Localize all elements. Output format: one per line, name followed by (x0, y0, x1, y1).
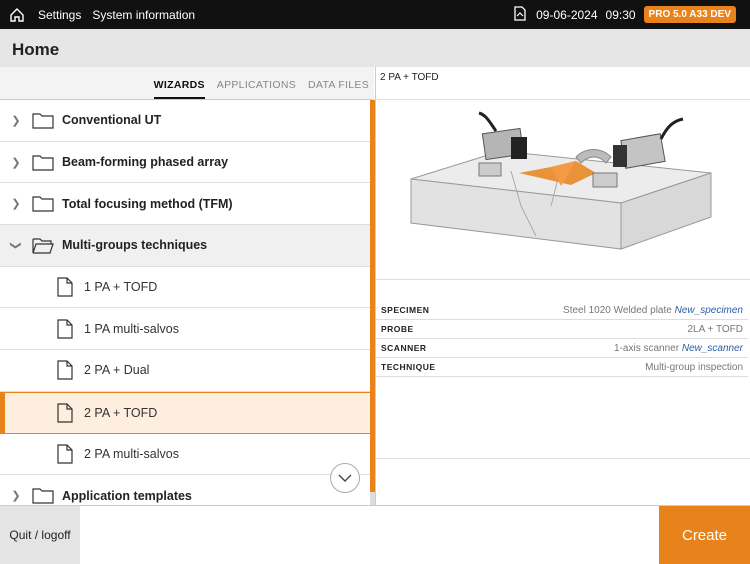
tab-data-files[interactable]: DATA FILES (308, 79, 369, 99)
version-badge: PRO 5.0 A33 DEV (643, 6, 736, 23)
system-information-menu[interactable]: System information (92, 8, 195, 22)
folder-icon (32, 488, 54, 504)
list-item-selected[interactable]: 2 PA + TOFD (0, 391, 370, 434)
file-icon[interactable] (513, 5, 527, 24)
date: 09-06-2024 (536, 7, 598, 22)
list-item[interactable]: 1 PA + TOFD (0, 266, 370, 309)
chevron-right-icon: ❯ (11, 114, 21, 127)
folder-icon (32, 154, 54, 171)
document-icon (57, 277, 73, 297)
time: 09:30 (605, 7, 636, 22)
folder-open-icon (32, 238, 54, 254)
info-row-probe: PROBE 2LA + TOFD (376, 320, 748, 339)
scroll-down-button[interactable] (330, 463, 360, 493)
list-item[interactable]: ❯ Multi-groups techniques (0, 225, 370, 267)
folder-icon (32, 113, 54, 129)
chevron-right-icon: ❯ (11, 156, 21, 169)
list-item[interactable]: 2 PA + Dual (0, 350, 370, 392)
chevron-down-icon (338, 474, 352, 482)
chevron-right-icon: ❯ (11, 198, 21, 211)
chevron-right-icon: ❯ (11, 490, 21, 503)
page-title: Home (0, 29, 750, 67)
divider (376, 458, 750, 459)
detail-pane: 2 PA + TOFD SPECIMEN Steel 1020 Welded p… (375, 67, 750, 505)
scanner-link[interactable]: New_scanner (682, 343, 743, 354)
wizard-list: ❯ Conventional UT ❯ Beam-forming phased … (0, 100, 370, 505)
tab-applications[interactable]: APPLICATIONS (217, 79, 296, 99)
folder-icon (32, 196, 54, 212)
document-icon (57, 403, 73, 423)
info-row-scanner: SCANNER 1-axis scanner New_scanner (376, 339, 748, 358)
document-icon (57, 319, 73, 339)
specimen-link[interactable]: New_specimen (675, 305, 743, 316)
bottom-bar: Quit / logoff Create (0, 505, 750, 564)
list-item[interactable]: ❯ Beam-forming phased array (0, 141, 370, 184)
list-item[interactable]: 2 PA multi-salvos (0, 433, 370, 476)
divider (376, 279, 750, 280)
settings-menu[interactable]: Settings (38, 8, 81, 22)
chevron-down-icon: ❯ (9, 240, 22, 251)
list-item[interactable]: ❯ Total focusing method (TFM) (0, 183, 370, 226)
detail-info-table: SPECIMEN Steel 1020 Welded plate New_spe… (376, 301, 748, 377)
tab-bar: WIZARDS APPLICATIONS DATA FILES (0, 67, 374, 100)
document-icon (57, 360, 73, 381)
list-item[interactable]: ❯ Application templates (0, 475, 370, 505)
info-row-specimen: SPECIMEN Steel 1020 Welded plate New_spe… (376, 301, 748, 320)
tab-wizards[interactable]: WIZARDS (153, 79, 205, 99)
list-item[interactable]: ❯ Conventional UT (0, 100, 370, 142)
home-icon[interactable] (0, 0, 34, 29)
detail-title: 2 PA + TOFD (376, 67, 750, 100)
info-row-technique: TECHNIQUE Multi-group inspection (376, 358, 748, 377)
top-bar: Settings System information 09-06-2024 0… (0, 0, 750, 29)
quit-logoff-button[interactable]: Quit / logoff (0, 506, 80, 564)
list-item[interactable]: 1 PA multi-salvos (0, 308, 370, 351)
document-icon (57, 444, 73, 464)
weld-inspection-illustration (410, 111, 712, 250)
create-button[interactable]: Create (659, 506, 750, 564)
